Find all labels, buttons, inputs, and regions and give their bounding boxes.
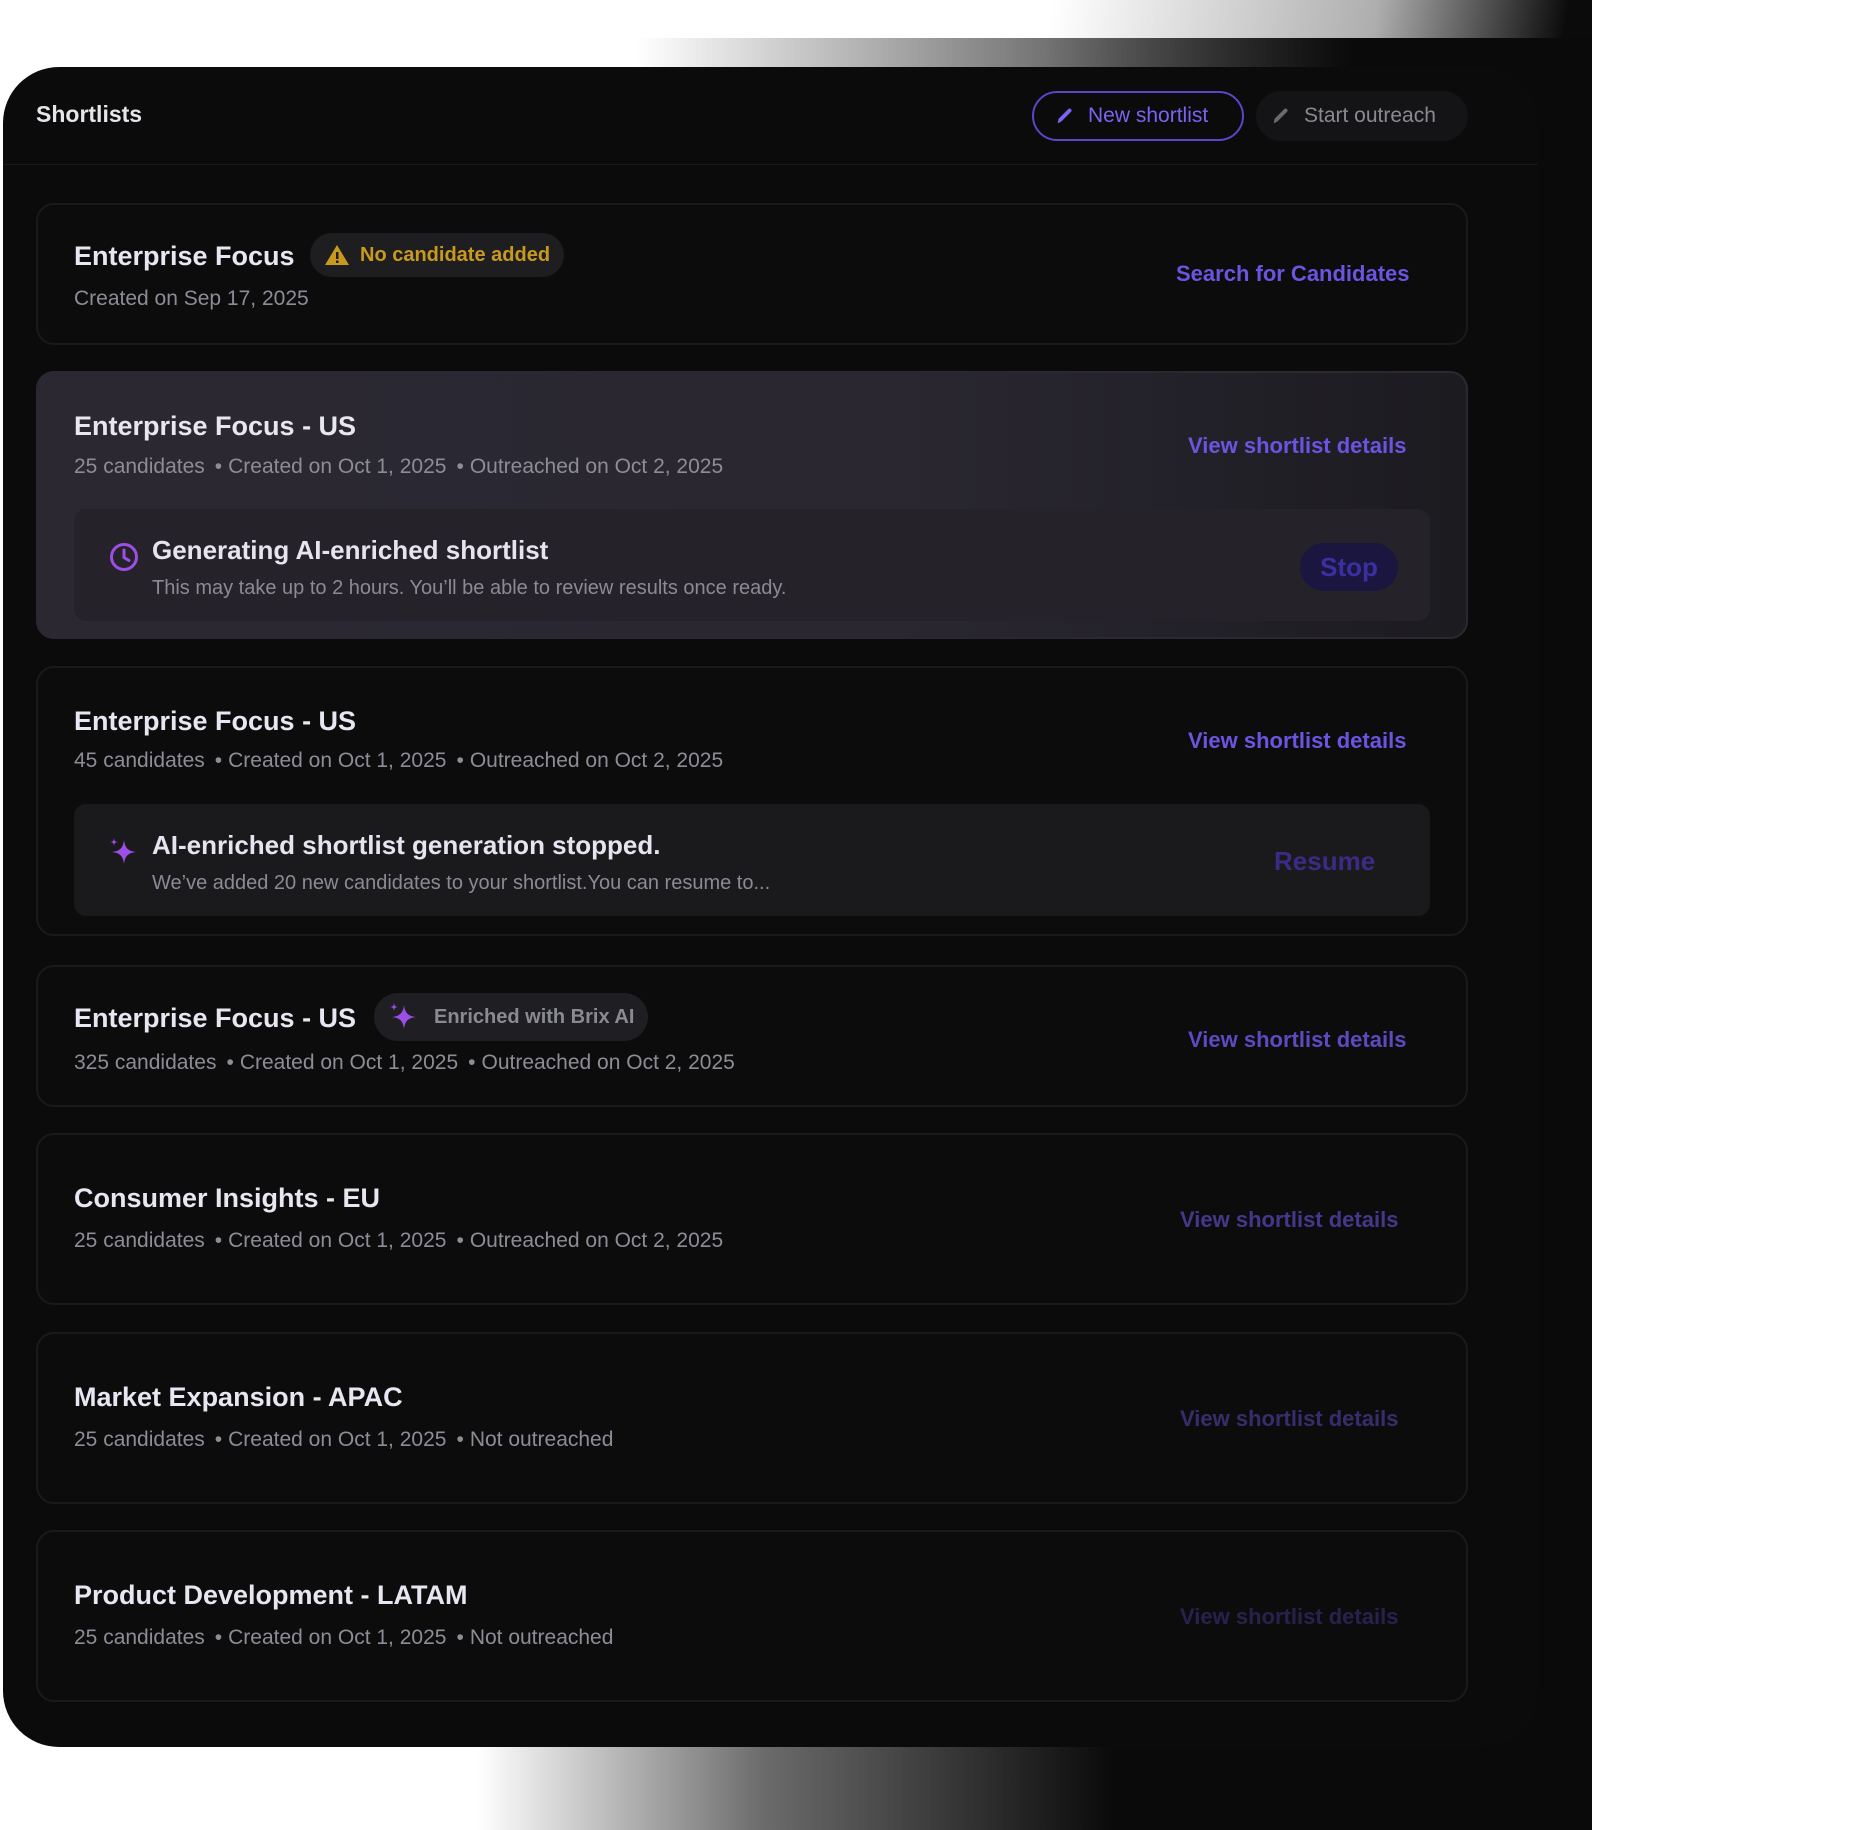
badge-label: Enriched with Brix AI xyxy=(434,1005,635,1028)
shortlist-card[interactable]: Market Expansion - APAC 25 candidates • Cr… xyxy=(36,1332,1468,1504)
meta-created: Created on Oct 1, 2025 xyxy=(228,1229,447,1252)
card-title: Enterprise Focus - US xyxy=(74,706,357,736)
shortlist-card[interactable]: Enterprise Focus - US 25 candidates • Crea… xyxy=(36,371,1468,639)
meta-candidates: 25 candidates xyxy=(74,455,205,478)
new-shortlist-label: New shortlist xyxy=(1088,104,1209,127)
meta-created: Created on Oct 1, 2025 xyxy=(239,1051,459,1074)
card-meta: 25 candidates • Created on Oct 1, 2025 • Not… xyxy=(74,1626,614,1649)
shortlist-card[interactable]: Product Development - LATAM 25 candidate… xyxy=(36,1530,1468,1702)
resume-button[interactable]: Resume xyxy=(1274,846,1375,877)
card-meta: 25 candidates • Created on Oct 1, 2025 • Out… xyxy=(74,455,724,478)
generation-status-box: Generating AI-enriched shortlist This ma… xyxy=(74,509,1430,621)
meta-outreach: Not outreached xyxy=(469,1428,614,1451)
generation-subtitle: This may take up to 2 hours. You’ll be a… xyxy=(152,577,787,599)
card-title: Consumer Insights - EU xyxy=(74,1183,381,1213)
badge-label: No candidate added xyxy=(360,243,551,266)
status-badge: No candidate added xyxy=(310,233,565,277)
enriched-badge: Enriched with Brix AI xyxy=(374,993,649,1041)
page-title: Shortlists xyxy=(36,101,143,127)
stop-button[interactable]: Stop xyxy=(1300,543,1398,591)
view-details-link[interactable]: View shortlist details xyxy=(1180,1604,1398,1630)
meta-outreach: Outreached on Oct 2, 2025 xyxy=(469,1229,724,1252)
view-details-link[interactable]: View shortlist details xyxy=(1180,1207,1398,1233)
meta-created: Created on Oct 1, 2025 xyxy=(228,455,447,478)
card-title: Enterprise Focus - US xyxy=(74,1003,357,1033)
meta-outreach: Not outreached xyxy=(469,1626,614,1649)
stopped-title: AI-enriched shortlist generation stopped… xyxy=(152,830,661,860)
shortlist-card[interactable]: Enterprise Focus - US Enriched with Brix… xyxy=(36,965,1468,1107)
start-outreach-button[interactable]: Start outreach xyxy=(1256,91,1468,141)
view-details-link[interactable]: View shortlist details xyxy=(1180,1406,1398,1432)
card-title: Enterprise Focus xyxy=(74,241,295,271)
shortlists-panel: Shortlists New shortlist Start outreach … xyxy=(3,67,1538,1747)
meta-outreach: Outreached on Oct 2, 2025 xyxy=(469,749,724,772)
meta-candidates: 25 candidates xyxy=(74,1229,205,1252)
clock-icon xyxy=(110,543,138,571)
card-meta: 25 candidates • Created on Oct 1, 2025 • Not… xyxy=(74,1428,614,1451)
start-outreach-label: Start outreach xyxy=(1304,104,1436,127)
card-meta: Created on Sep 17, 2025 xyxy=(74,287,309,310)
sparkle-icon xyxy=(110,838,136,864)
shortlist-card[interactable]: Enterprise Focus No candidate added Crea… xyxy=(36,203,1468,345)
card-meta: 25 candidates • Created on Oct 1, 2025 • Out… xyxy=(74,1229,724,1252)
card-title: Enterprise Focus - US xyxy=(74,411,357,441)
card-title: Product Development - LATAM xyxy=(74,1580,468,1610)
shortlist-card[interactable]: Consumer Insights - EU 25 candidates • Cre… xyxy=(36,1133,1468,1305)
sparkle-icon xyxy=(390,1003,416,1029)
generation-title: Generating AI-enriched shortlist xyxy=(152,535,549,565)
meta-candidates: 45 candidates xyxy=(74,749,205,772)
view-details-link[interactable]: View shortlist details xyxy=(1188,433,1406,459)
meta-candidates: 25 candidates xyxy=(74,1428,205,1451)
card-meta: 325 candidates • Created on Oct 1, 2025 • Ou… xyxy=(74,1051,735,1074)
pencil-icon xyxy=(1273,108,1288,124)
meta-created: Created on Oct 1, 2025 xyxy=(228,1428,447,1451)
search-candidates-link[interactable]: Search for Candidates xyxy=(1176,261,1410,287)
meta-created: Created on Oct 1, 2025 xyxy=(228,1626,447,1649)
meta-outreach: Outreached on Oct 2, 2025 xyxy=(481,1051,735,1074)
meta-candidates: 325 candidates xyxy=(74,1051,217,1074)
card-title: Market Expansion - APAC xyxy=(74,1382,403,1412)
card-meta: 45 candidates • Created on Oct 1, 2025 • Out… xyxy=(74,749,724,772)
panel-header: Shortlists New shortlist Start outreach xyxy=(3,67,1538,165)
meta-outreach: Outreached on Oct 2, 2025 xyxy=(469,455,724,478)
pencil-icon xyxy=(1057,108,1072,124)
view-details-link[interactable]: View shortlist details xyxy=(1188,1027,1406,1053)
warning-icon xyxy=(325,245,349,265)
view-details-link[interactable]: View shortlist details xyxy=(1188,728,1406,754)
shortlist-card[interactable]: Enterprise Focus - US 45 candidates • Crea… xyxy=(36,666,1468,936)
new-shortlist-button[interactable]: New shortlist xyxy=(1032,91,1244,141)
meta-candidates: 25 candidates xyxy=(74,1626,205,1649)
stopped-subtitle: We’ve added 20 new candidates to your sh… xyxy=(152,872,771,894)
meta-created: Created on Oct 1, 2025 xyxy=(228,749,447,772)
generation-stopped-box: AI-enriched shortlist generation stopped… xyxy=(74,804,1430,916)
